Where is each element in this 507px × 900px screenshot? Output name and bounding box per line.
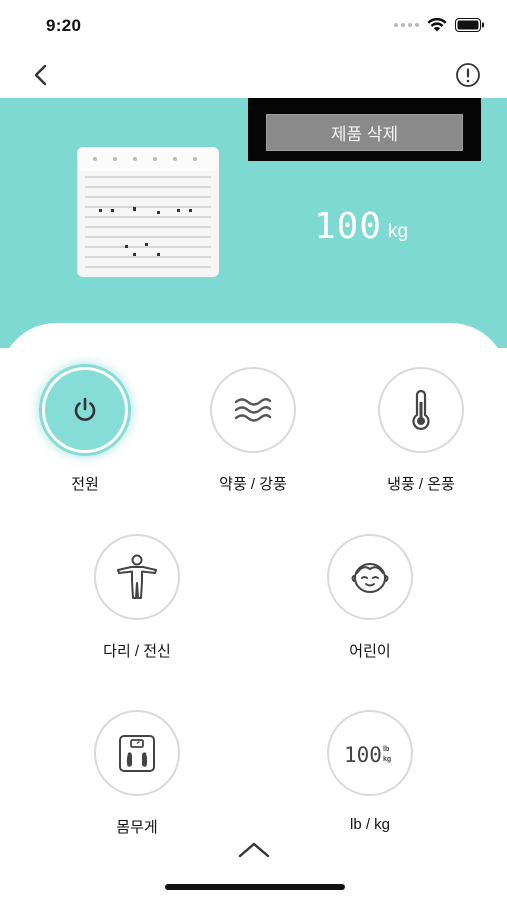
power-control[interactable]: 전원 xyxy=(25,367,145,494)
power-button[interactable] xyxy=(42,367,128,453)
status-bar: 9:20 xyxy=(0,0,507,50)
weight-control[interactable]: 몸무게 xyxy=(77,710,197,837)
status-time: 9:20 xyxy=(46,16,82,35)
thermometer-icon xyxy=(412,390,430,430)
body-mode-label: 다리 / 전신 xyxy=(103,643,171,660)
back-button[interactable] xyxy=(26,60,56,90)
home-indicator[interactable] xyxy=(165,884,345,890)
chevron-up-icon xyxy=(238,842,270,858)
chevron-left-icon xyxy=(34,64,47,86)
weight-value: 100 xyxy=(314,206,383,247)
wind-waves-icon xyxy=(234,398,272,422)
temperature-control[interactable]: 냉풍 / 온풍 xyxy=(361,367,481,494)
unit-icon-digits: 100 xyxy=(344,743,382,767)
wind-control[interactable]: 약풍 / 강풍 xyxy=(193,367,313,494)
wind-button[interactable] xyxy=(210,367,296,453)
cellular-dots-icon xyxy=(394,22,419,27)
person-stretch-icon xyxy=(117,554,157,599)
lb-kg-display-icon: 100 lb kg xyxy=(344,743,391,767)
wind-label: 약풍 / 강풍 xyxy=(219,476,287,493)
body-mode-control[interactable]: 다리 / 전신 xyxy=(77,534,197,661)
weight-label: 몸무게 xyxy=(116,819,158,836)
child-mode-button[interactable] xyxy=(327,534,413,620)
weight-button[interactable] xyxy=(94,710,180,796)
child-face-icon xyxy=(351,563,389,593)
weight-readout: 100 kg xyxy=(314,207,408,247)
unit-button[interactable]: 100 lb kg xyxy=(327,710,413,796)
status-icons xyxy=(394,17,485,32)
body-mode-button[interactable] xyxy=(94,534,180,620)
app-screen: 9:20 100 kg 제품 삭제 전원 약풍 / 강풍 냉풍 / 온풍 다리 … xyxy=(0,0,507,900)
delete-product-button[interactable]: 제품 삭제 xyxy=(266,114,463,151)
svg-text:lb: lb xyxy=(383,746,389,753)
unit-label: lb / kg xyxy=(349,816,391,833)
temperature-label: 냉풍 / 온풍 xyxy=(387,476,455,493)
info-button[interactable] xyxy=(455,62,481,88)
wifi-icon xyxy=(427,17,447,32)
massage-device-image xyxy=(77,147,219,277)
child-mode-control[interactable]: 어린이 xyxy=(310,534,430,661)
nav-bar xyxy=(0,52,507,98)
power-icon xyxy=(74,397,96,421)
child-mode-label: 어린이 xyxy=(349,643,391,660)
scale-feet-icon xyxy=(119,735,155,772)
battery-icon xyxy=(455,17,484,32)
weight-unit: kg xyxy=(388,221,409,242)
unit-control[interactable]: 100 lb kg lb / kg xyxy=(310,710,430,833)
svg-text:kg: kg xyxy=(383,756,391,763)
delete-panel: 제품 삭제 xyxy=(248,98,481,161)
power-label: 전원 xyxy=(71,476,99,493)
temperature-button[interactable] xyxy=(378,367,464,453)
exclamation-circle-icon xyxy=(456,63,480,87)
collapse-button[interactable] xyxy=(238,838,270,860)
